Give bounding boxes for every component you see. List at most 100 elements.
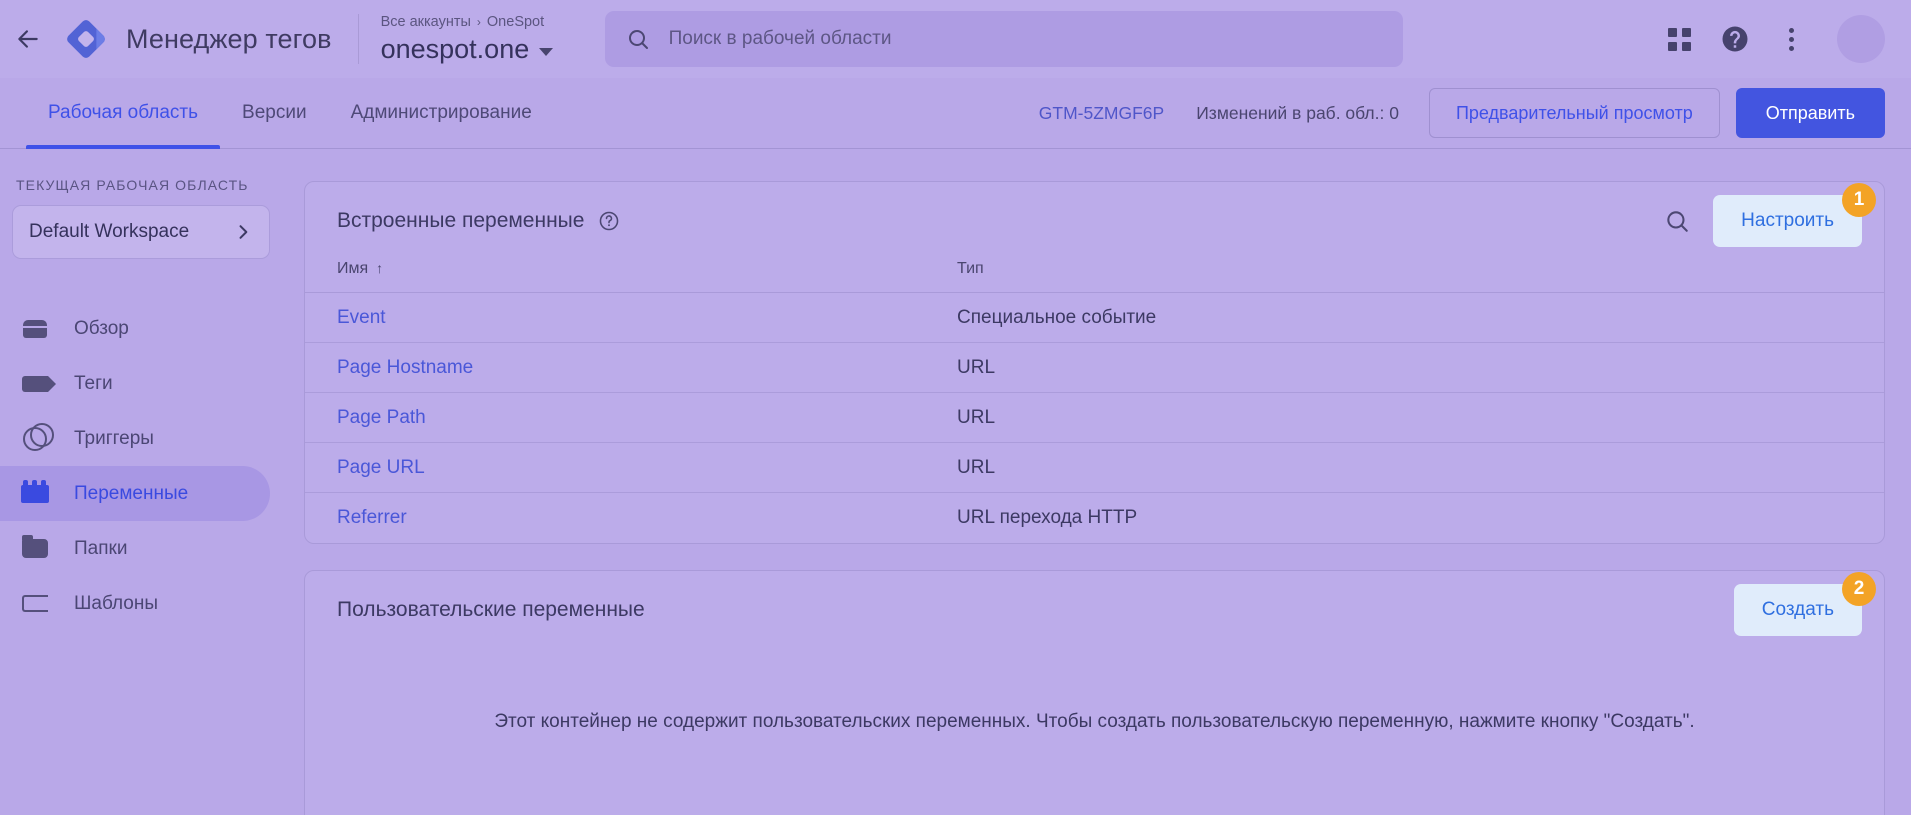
search-icon — [1667, 211, 1688, 232]
variable-name-link[interactable]: Page Path — [337, 407, 426, 428]
custom-card-title: Пользовательские переменные — [337, 597, 645, 621]
breadcrumb-all-accounts[interactable]: Все аккаунты — [381, 14, 471, 30]
table-row[interactable]: Page Path URL — [305, 392, 1884, 443]
folder-icon — [20, 534, 50, 564]
nav-tabs: Рабочая область Версии Администрирование — [26, 78, 554, 149]
apps-grid-button[interactable] — [1655, 15, 1703, 63]
variable-type-cell: URL — [925, 342, 1884, 393]
tag-icon — [20, 369, 56, 399]
sidebar-item-label: Триггеры — [74, 427, 154, 449]
sort-ascending-icon: ↑ — [376, 260, 384, 276]
nav-actions: GTM-5ZMGF6P Изменений в раб. обл.: 0 Пре… — [1039, 88, 1911, 138]
gtm-app-window: Менеджер тегов Все аккаунты › OneSpot ones… — [0, 0, 1911, 815]
workspace-search-box[interactable] — [604, 11, 1403, 67]
sidebar-item-label: Шаблоны — [74, 592, 159, 614]
variable-name-cell: Page Hostname — [305, 342, 925, 393]
back-arrow-icon — [18, 30, 38, 48]
variable-name-cell: Page Path — [305, 392, 925, 443]
template-icon — [20, 589, 50, 619]
current-workspace-label: ТЕКУЩАЯ РАБОЧАЯ ОБЛАСТЬ — [16, 177, 249, 193]
help-circle-icon[interactable] — [598, 210, 620, 232]
sidebar-item-label: Теги — [74, 372, 113, 394]
variable-type-cell: URL перехода HTTP — [957, 506, 1138, 528]
tab-versions[interactable]: Версии — [220, 78, 329, 149]
column-header-name[interactable]: Имя ↑ — [305, 260, 925, 293]
submit-button[interactable]: Отправить — [1735, 88, 1885, 138]
variable-name-cell: Referrer — [305, 493, 925, 543]
sidebar-item-templates[interactable]: Шаблоны — [0, 576, 270, 631]
column-header-type[interactable]: Тип — [925, 260, 1884, 293]
sidebar-item-label: Обзор — [74, 317, 129, 339]
tab-workspace[interactable]: Рабочая область — [26, 78, 221, 149]
tag-manager-logo — [62, 15, 110, 63]
container-name: onespot.one — [380, 34, 530, 64]
create-button-label: Создать — [1761, 598, 1834, 620]
back-button[interactable] — [0, 0, 56, 78]
container-name-row[interactable]: onespot.one — [381, 32, 561, 66]
custom-card-header: Пользовательские переменные Создать 2 — [305, 571, 1884, 649]
table-row[interactable]: Page URL URL — [305, 442, 1884, 493]
more-options-button[interactable] — [1767, 15, 1815, 63]
avatar[interactable] — [1837, 15, 1885, 63]
tab-admin[interactable]: Администрирование — [329, 78, 554, 149]
variable-name-cell: Event — [305, 292, 925, 343]
tag-manager-logo-icon — [67, 20, 105, 58]
breadcrumb-account-name[interactable]: OneSpot — [487, 14, 544, 30]
product-title: Менеджер тегов — [126, 23, 332, 54]
variable-name-link[interactable]: Page Hostname — [337, 357, 473, 378]
search-input[interactable] — [668, 28, 1383, 50]
create-variable-button[interactable]: Создать 2 — [1733, 571, 1876, 636]
breadcrumb: Все аккаунты › OneSpot — [381, 12, 561, 32]
header-actions — [1655, 15, 1911, 63]
table-row[interactable]: Page Hostname URL — [305, 342, 1884, 393]
custom-card-actions: Создать 2 — [1733, 571, 1876, 636]
configure-step-badge: 1 — [1842, 183, 1876, 217]
left-sidebar: ТЕКУЩАЯ РАБОЧАЯ ОБЛАСТЬ Default Workspac… — [0, 149, 286, 815]
sidebar-item-triggers[interactable]: Триггеры — [0, 411, 270, 466]
workspace-name: Default Workspace — [29, 221, 190, 242]
workspace-selector-card[interactable]: Default Workspace — [12, 205, 270, 259]
configure-button[interactable]: Настроить 1 — [1713, 183, 1876, 247]
workspace-nav-bar: Рабочая область Версии Администрирование… — [0, 78, 1911, 149]
sidebar-item-label: Папки — [74, 537, 128, 559]
trigger-icon — [20, 422, 54, 454]
table-header-row: Имя ↑ Тип — [305, 260, 1884, 293]
workspace-changes-count: Изменений в раб. обл.: 0 — [1196, 102, 1399, 123]
variable-name-link[interactable]: Page URL — [337, 457, 425, 478]
sidebar-item-tags[interactable]: Теги — [0, 356, 270, 411]
variable-name-link[interactable]: Event — [337, 307, 386, 328]
chevron-right-icon — [233, 222, 253, 242]
sidebar-item-variables[interactable]: Переменные — [0, 466, 270, 521]
empty-state-message: Этот контейнер не содержит пользовательс… — [494, 710, 1695, 732]
preview-button[interactable]: Предварительный просмотр — [1428, 88, 1720, 138]
builtin-variables-table: Имя ↑ Тип Event Специальное событие Page … — [305, 260, 1884, 543]
main-content: Встроенные переменные Настроить 1 Имя ↑ … — [286, 149, 1911, 815]
sidebar-nav-list: Обзор Теги Триггеры Переменные Папки Шаб… — [0, 301, 286, 631]
variable-name-cell: Page URL — [305, 442, 925, 493]
variable-type-cell: Специальное событие — [925, 292, 1884, 343]
search-icon — [625, 26, 651, 52]
variable-type-cell: URL — [925, 442, 1884, 493]
table-body: Event Специальное событие Page Hostname … — [305, 292, 1884, 543]
configure-button-label: Настроить — [1741, 210, 1834, 231]
sidebar-item-label: Переменные — [74, 482, 189, 504]
help-button[interactable] — [1711, 15, 1759, 63]
table-head: Имя ↑ Тип — [305, 260, 1884, 293]
breadcrumb-separator-icon: › — [476, 15, 481, 29]
sidebar-item-overview[interactable]: Обзор — [0, 301, 270, 356]
variable-type-cell: URL — [925, 392, 1884, 443]
sidebar-item-folders[interactable]: Папки — [0, 521, 270, 576]
create-step-badge: 2 — [1842, 571, 1876, 606]
builtin-card-title: Встроенные переменные — [337, 209, 585, 232]
top-header-bar: Менеджер тегов Все аккаунты › OneSpot ones… — [0, 0, 1911, 78]
builtin-search-button[interactable] — [1655, 199, 1699, 243]
overview-icon — [20, 314, 50, 344]
variable-icon — [20, 479, 50, 509]
table-row[interactable]: Referrer URL перехода HTTP — [305, 493, 1884, 543]
account-container-selector[interactable]: Все аккаунты › OneSpot onespot.one — [381, 12, 561, 66]
builtin-card-header: Встроенные переменные Настроить 1 — [305, 182, 1884, 260]
container-id-link[interactable]: GTM-5ZMGF6P — [1039, 103, 1164, 124]
variable-name-link[interactable]: Referrer — [337, 507, 407, 528]
chevron-down-icon — [539, 47, 554, 56]
table-row[interactable]: Event Специальное событие — [305, 292, 1884, 343]
